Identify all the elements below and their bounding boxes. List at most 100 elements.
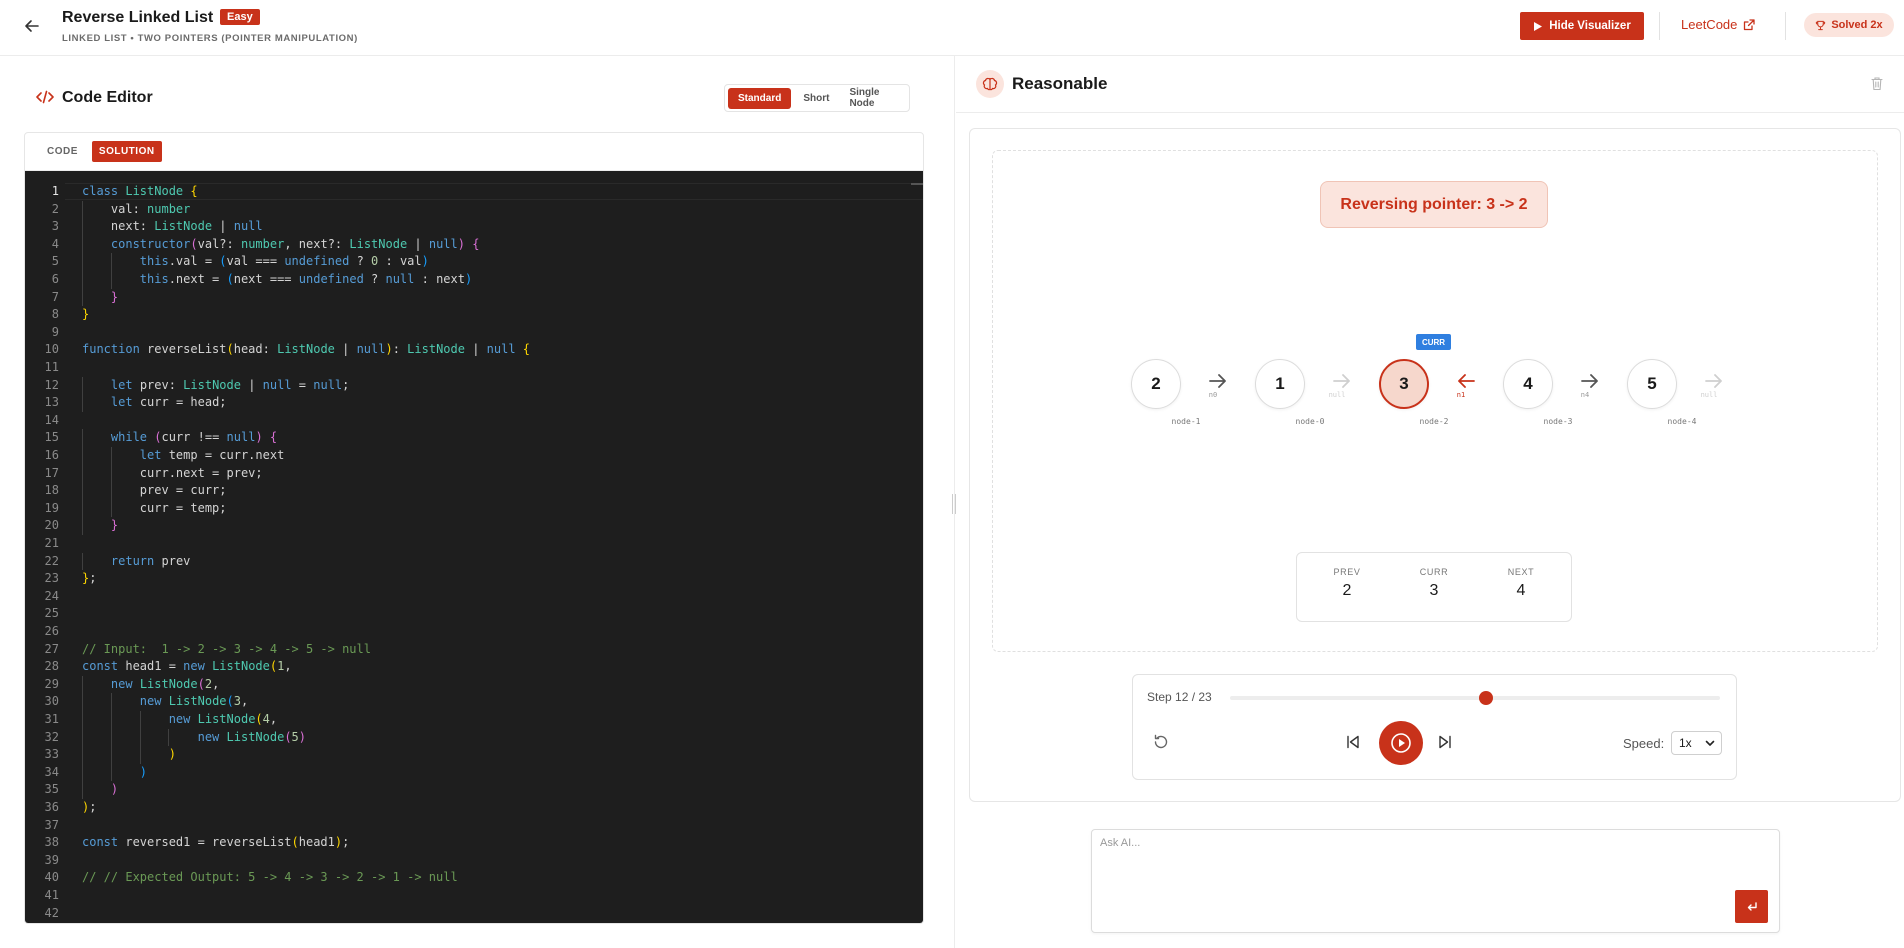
mode-single-node-button[interactable]: Single Node [839,82,906,114]
line-number: 35 [44,782,59,797]
step-slider-track[interactable] [1230,696,1720,700]
line-number: 25 [44,606,59,621]
node-id-label: node-3 [1543,417,1573,426]
code-text: // Input: 1 -> 2 -> 3 -> 4 -> 5 -> null [82,641,371,656]
line-number: 34 [44,764,59,779]
code-line: 5 this.val = (val === undefined ? 0 : va… [25,253,923,270]
code-text: const head1 = new ListNode(1, [82,659,292,674]
code-text: // // --- Example 2 --- [82,922,248,923]
line-number: 39 [44,852,59,867]
line-number: 9 [51,324,59,339]
code-line: 12 let prev: ListNode | null = null; [25,377,923,394]
back-arrow-icon[interactable] [20,14,44,38]
code-text: let temp = curr.next [139,448,285,462]
code-line: 2 val: number [25,201,923,218]
line-number: 12 [44,377,59,392]
line-number: 37 [44,817,59,832]
code-line: 25 [25,605,923,622]
pointer-prev: PREV 2 [1312,567,1382,600]
playback-controls [1132,674,1737,780]
code-text: curr.next = prev; [82,465,263,480]
code-line: 20 } [25,517,923,534]
difficulty-badge: Easy [220,9,260,25]
code-text: next: ListNode | null [82,219,263,234]
code-text: this.val = (val === undefined ? 0 : val) [139,254,429,269]
code-line: 4 constructor(val?: number, next?: ListN… [25,236,923,253]
top-header: Reverse Linked List Easy LINKED LIST • T… [0,0,1904,56]
code-text: function reverseList(head: ListNode | nu… [82,342,531,357]
pointer-prev-value: 2 [1342,582,1352,599]
code-text: ) [168,747,176,762]
code-line: 3 next: ListNode | null [25,218,923,235]
code-line: 9 [25,324,923,341]
skip-back-icon[interactable] [1344,733,1362,756]
code-text: ) [139,764,148,779]
code-line: 11 [25,359,923,376]
indent-guide [82,464,83,483]
play-button[interactable] [1379,721,1423,765]
indent-guide [82,763,83,782]
code-line: 37 [25,817,923,834]
step-counter: Step 12 / 23 [1147,690,1212,704]
line-number: 10 [44,342,59,357]
code-line: 15 while (curr !== null) { [25,429,923,446]
send-button[interactable] [1735,890,1768,923]
code-editor[interactable]: 1 class ListNode {2 val: number 3 next: Li… [25,171,923,923]
code-line: 35 ) [25,781,923,798]
play-icon [1391,733,1411,753]
code-text: let prev: ListNode | null = null; [110,377,350,392]
tab-solution[interactable]: SOLUTION [91,141,162,162]
reset-icon[interactable] [1152,733,1170,756]
line-number: 24 [44,588,59,603]
leetcode-label: LeetCode [1681,17,1738,32]
indent-guide [82,499,83,518]
ask-ai-input[interactable]: Ask AI... [1091,829,1780,933]
code-text: return prev [110,553,191,568]
trash-icon[interactable] [1870,76,1884,96]
line-number: 38 [44,835,59,850]
hide-visualizer-label: Hide Visualizer [1549,20,1631,32]
node-id-label: node-4 [1667,417,1697,426]
skip-forward-icon[interactable] [1436,733,1454,756]
code-editor-title: Code Editor [62,89,153,106]
play-icon [1534,21,1543,31]
mode-short-button[interactable]: Short [793,88,839,109]
code-line: 38 const reversed1 = reverseList(head1); [25,834,923,851]
line-number: 16 [44,448,59,462]
header-divider [1785,12,1786,40]
step-slider-thumb[interactable] [1478,691,1493,705]
line-number: 3 [51,219,59,234]
mode-standard-button[interactable]: Standard [728,87,792,109]
editor-tabbar: CODE SOLUTION [25,133,923,171]
code-text: curr = temp; [82,500,227,515]
code-line: 16 let temp = curr.next [25,447,923,464]
indent-guide [82,288,83,307]
code-brackets-icon [36,90,54,107]
indent-guide [82,728,83,747]
line-number: 29 [44,676,59,691]
list-node: 3 [1379,359,1429,409]
indent-guide [110,499,112,518]
indent-guide [82,711,83,729]
tab-code[interactable]: CODE [41,142,84,161]
indent-guide [82,200,83,219]
resize-handle[interactable] [952,494,956,514]
code-line: 13 let curr = head; [25,394,923,411]
code-line: 18 prev = curr; [25,482,923,499]
line-number: 27 [44,641,59,656]
indent-guide [82,218,83,236]
code-line: 29 new ListNode(2, [25,676,923,693]
header-divider [1659,12,1660,40]
indent-guide [110,711,112,729]
code-line: 22 return prev [25,553,923,570]
pointer-next-value: 4 [1516,582,1526,599]
indent-guide [110,763,112,782]
code-line: 8} [25,306,923,323]
speed-select[interactable]: 1x [1671,731,1722,755]
arrow-label: null [1328,391,1346,399]
hide-visualizer-button[interactable]: Hide Visualizer [1520,12,1644,40]
code-text: this.next = (next === undefined ? null :… [139,272,473,286]
leetcode-link[interactable]: LeetCode [1681,17,1756,32]
indent-guide [82,482,83,500]
code-line: 33 ) [25,746,923,763]
